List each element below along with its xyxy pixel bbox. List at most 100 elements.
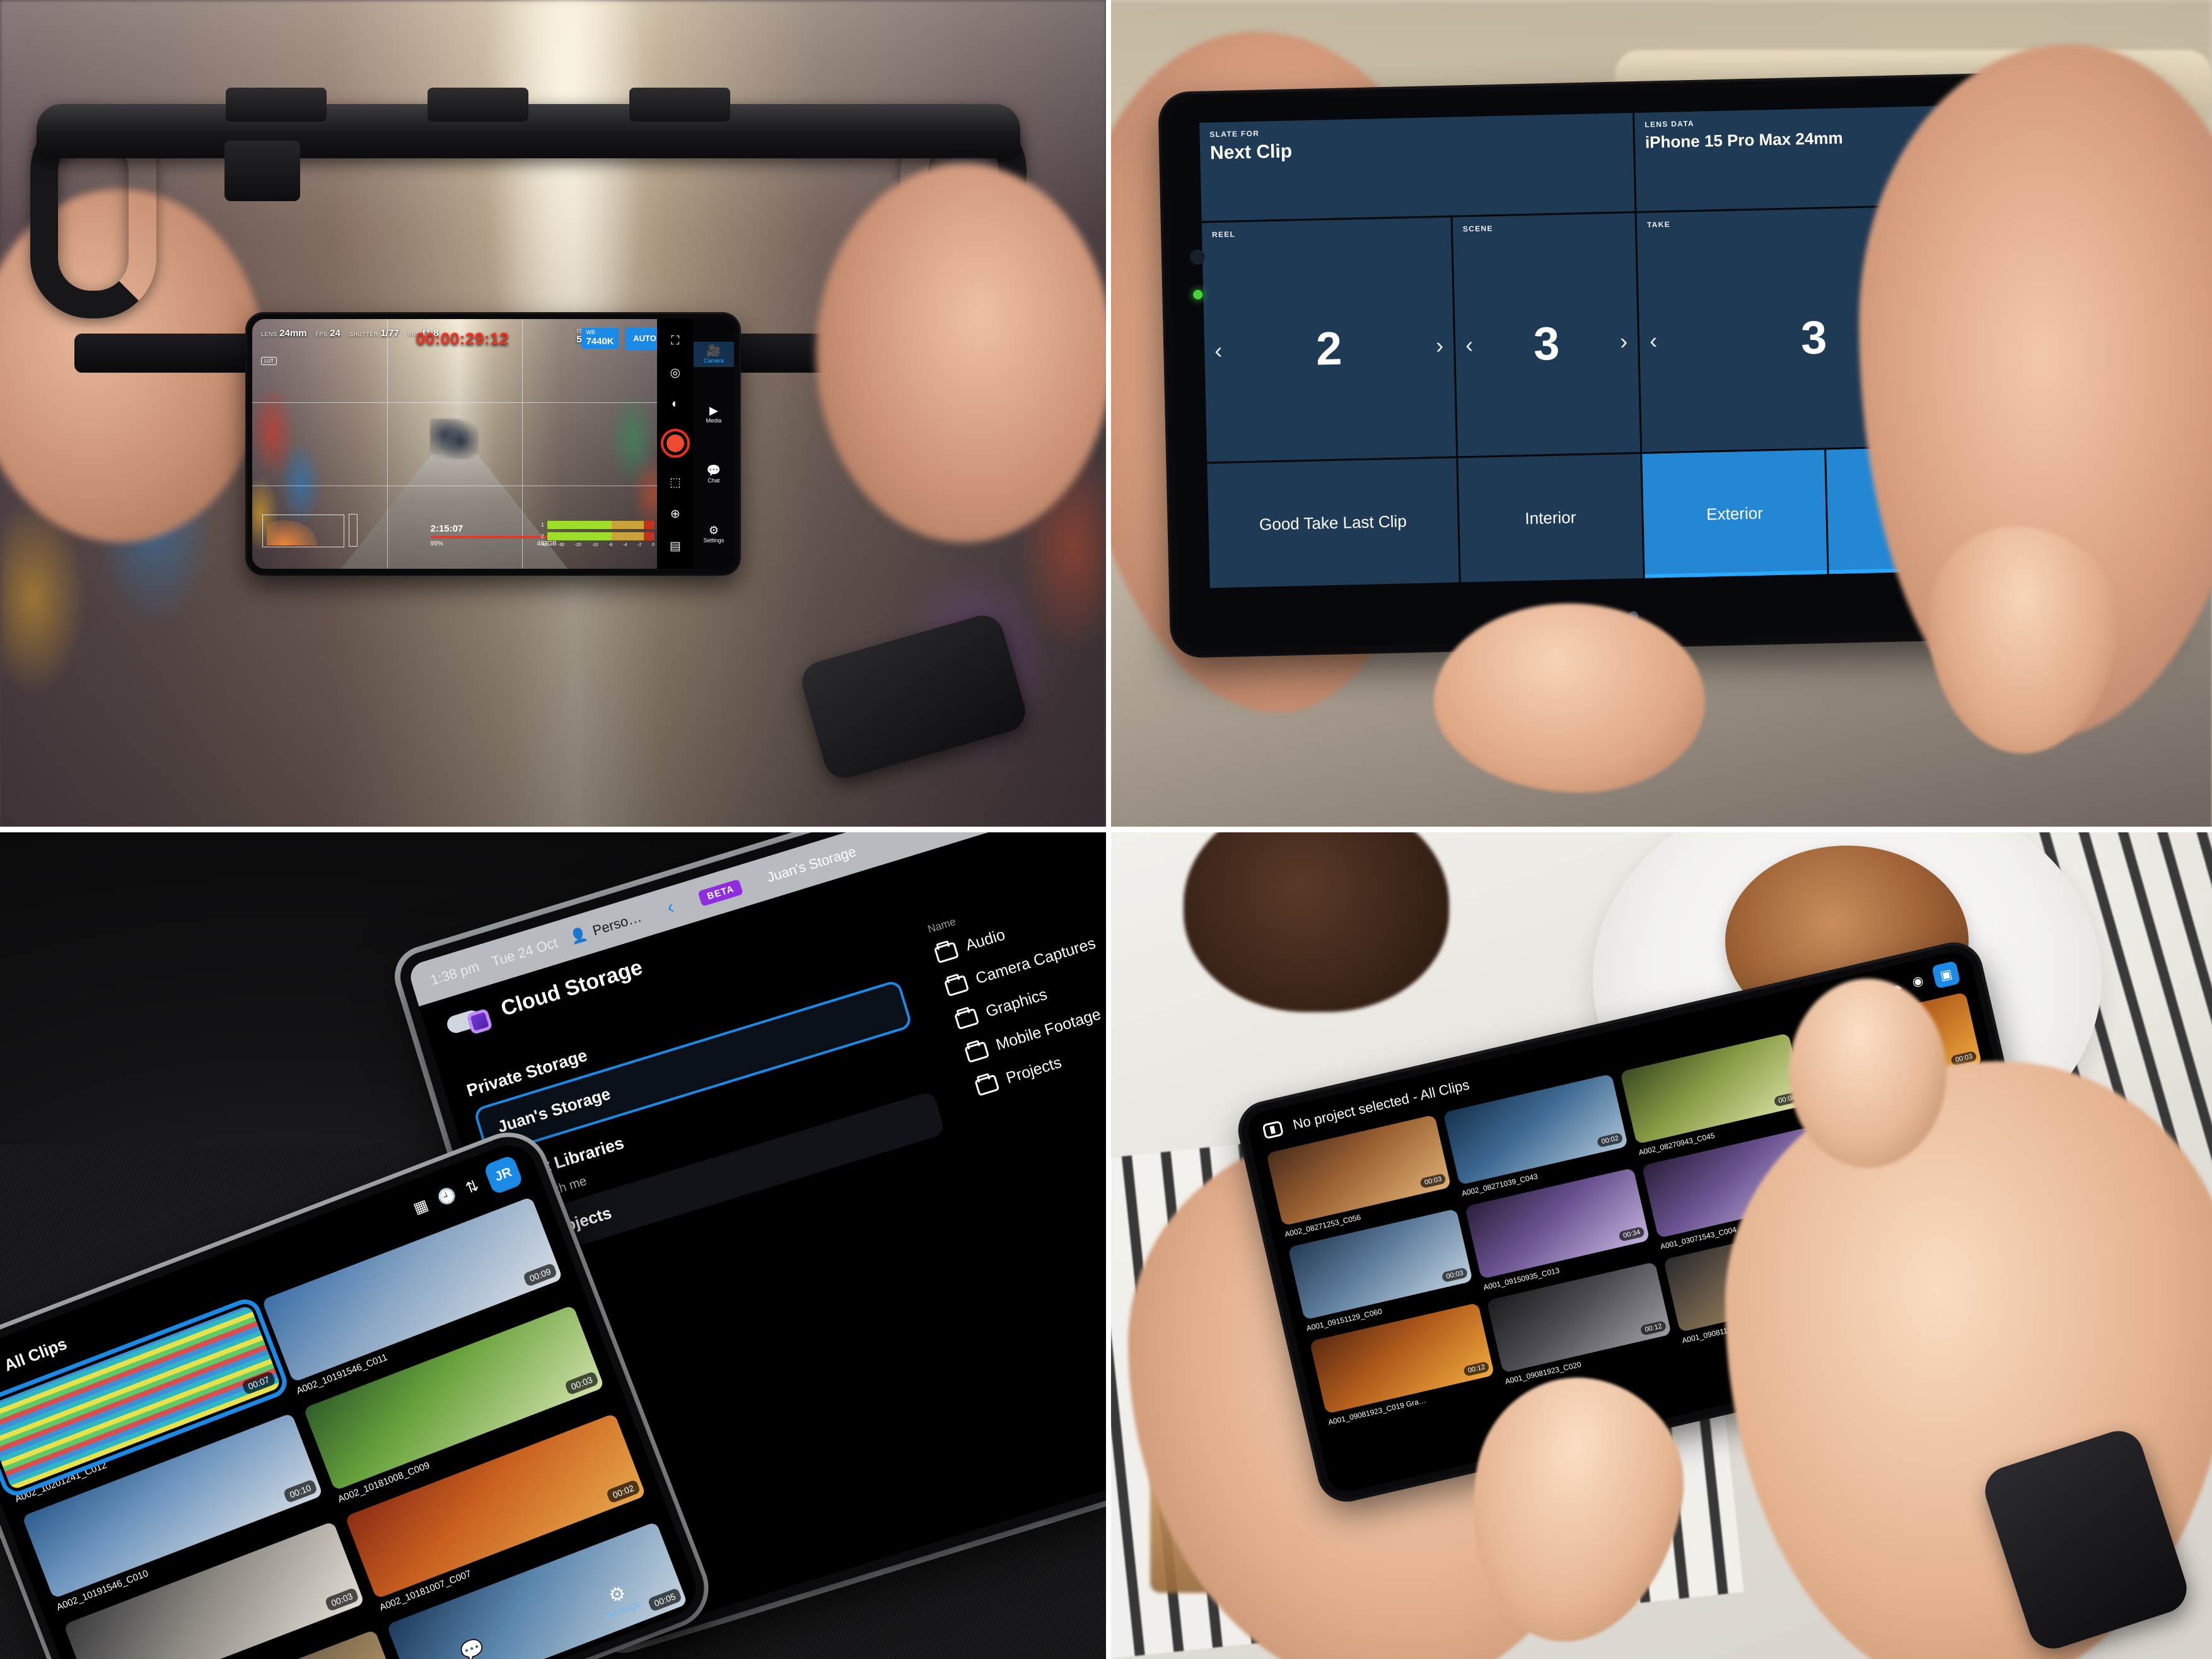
folder-icon [933,941,959,963]
sidebar-toggle-icon[interactable] [1262,1120,1284,1139]
scene-prev-button[interactable]: ‹ [1465,332,1474,358]
folder-icon [953,1008,979,1030]
clip-duration: 00:34 [1618,1226,1645,1242]
beta-badge: BETA [697,878,743,907]
audio-meters: 1 2 -45 -30 -20 -10 -6 -4 -2 0 [541,520,655,547]
hud-fps-value: 24 [330,328,341,339]
folder-name: Audio [963,926,1008,955]
reel-stepper[interactable]: REEL ‹ 2 › [1201,217,1457,462]
panel-slate-photo: SLATE FOR Next Clip LENS DATA iPhone 15 … [1106,0,2212,829]
lut-badge[interactable]: LUT [261,357,277,365]
clip-duration: 00:12 [1640,1320,1667,1336]
take-value: 3 [1800,311,1828,364]
hud-fps[interactable]: FPS 24 [316,328,341,339]
meter-tick: -4 [623,543,627,547]
zoom-in-icon[interactable]: ⊕ [670,507,680,521]
nav-camera[interactable]: 🎥 Camera [693,341,734,367]
panel-desk-devices-photo: 1:38 pm Tue 24 Oct 👤 Perso… ‹ BETA Juan'… [0,829,1106,1659]
sort-icon[interactable]: ⇅ [463,1176,481,1197]
wb-label: WB [586,329,595,335]
clip-duration: 00:03 [1441,1267,1469,1283]
wb-chip[interactable]: WB 7440K [581,328,619,349]
camera-app-screen: LENS 24mm FPS 24 SHUTTER 1/77 IRIS f1.8 [252,319,734,569]
folder-icon [974,1074,999,1097]
user-icon[interactable]: ◉ [1911,972,1925,989]
framing-icon[interactable]: ⛶ [671,334,679,348]
recent-clock-icon[interactable]: 🕘 [435,1185,459,1209]
reel-value: 2 [1315,322,1343,375]
clip-duration: 00:03 [1419,1173,1447,1189]
clip-duration: 00:12 [1463,1361,1490,1377]
meter-tick: -6 [608,543,613,547]
camera-chip-icon[interactable]: ▣ [1931,960,1961,989]
person-icon: 👤 [568,925,590,946]
slate-for-value: Next Clip [1209,141,1293,163]
focus-auto-icon[interactable]: ◎ [670,366,681,380]
audio-meter-scale: -45 -30 -20 -10 -6 -4 -2 0 [541,543,655,547]
hud-white-balance[interactable]: WB 7440K [581,328,619,349]
nav-chat[interactable]: 💬 Chat [694,462,734,487]
hud-fps-label: FPS [315,331,328,337]
grid-size-icon[interactable]: ▦ [411,1196,431,1218]
hud-shutter-value: 1/77 [380,328,399,339]
scene-value: 3 [1533,317,1561,370]
reel-prev-button[interactable]: ‹ [1214,337,1223,364]
settings-icon: ⚙ [708,523,719,537]
hud-lens-value: 24mm [279,328,307,339]
nav-settings[interactable]: ⚙ Settings [694,521,734,547]
collage-divider-horizontal [0,827,2212,832]
recording-led [1193,289,1203,300]
hud-shutter[interactable]: SHUTTER 1/77 [349,328,399,339]
right-index-finger [1789,978,1947,1168]
nav-media[interactable]: ▶ Media [694,402,734,427]
page-title: All Clips [1,1333,69,1375]
status-date: Tue 24 Oct [489,934,560,970]
clip-duration: 00:09 [522,1262,558,1288]
right-hand [816,164,1106,542]
meter-tick: 0 [651,543,655,547]
slate-icon[interactable]: ▤ [670,539,681,554]
rig-cold-shoe [226,88,327,122]
hud-lens-label: LENS [261,331,277,337]
meter-tick: -10 [591,543,598,547]
nav-label: Settings [703,537,725,544]
panel-camera-rig-photo: LENS 24mm FPS 24 SHUTTER 1/77 IRIS f1.8 [0,0,1106,829]
record-button[interactable] [660,428,690,458]
hud-lens[interactable]: LENS 24mm [261,328,307,339]
clip-duration: 00:02 [605,1479,641,1504]
scene-next-button[interactable]: › [1620,329,1628,355]
zebra-bars [349,514,358,547]
nav-label: Media [706,417,722,424]
histogram [262,514,358,547]
folder-icon [963,1040,989,1063]
reel-next-button[interactable]: › [1436,332,1444,359]
meter-tick: -20 [574,543,581,547]
battery-percent: 95% [430,540,443,547]
timecode-display: 00:00:29:12 [416,329,509,348]
avatar[interactable]: JR [483,1154,524,1196]
audio-meter-row: 1 [541,520,655,530]
clip-duration: 00:03 [564,1371,600,1395]
rig-phone-clamp [224,141,300,201]
meter-tick: -2 [637,543,642,547]
chat-icon: 💬 [706,463,721,477]
face-detect-icon[interactable]: ⬚ [670,475,681,490]
status-time: 1:38 pm [428,958,481,989]
slate-for-field[interactable]: SLATE FOR Next Clip [1199,112,1635,221]
meter-tick: -45 [540,543,548,547]
panel-cafe-photo: No project selected - All Clips ▦ ⇅ ☁ ◉ … [1106,829,2212,1659]
nav-label: Camera [703,357,724,364]
rig-cold-shoe [629,88,730,122]
scene-stepper[interactable]: SCENE ‹ 3 › [1452,213,1641,457]
exposure-comp-icon[interactable]: ◐ [672,397,678,411]
interior-button[interactable]: Interior [1458,453,1643,582]
take-prev-button[interactable]: ‹ [1650,328,1658,354]
back-icon[interactable]: ‹ [665,897,677,919]
camera-nav-rail: 🎥 Camera ▶ Media 💬 Chat ⚙ Settings [693,319,734,569]
clip-duration: 00:03 [324,1587,359,1612]
folder-icon [943,974,969,997]
exterior-button[interactable]: Exterior [1642,449,1827,578]
account-pill[interactable]: 👤 Perso… [568,909,643,946]
good-take-last-clip-button[interactable]: Good Take Last Clip [1207,458,1459,588]
meter-1-label: 1 [540,522,544,528]
